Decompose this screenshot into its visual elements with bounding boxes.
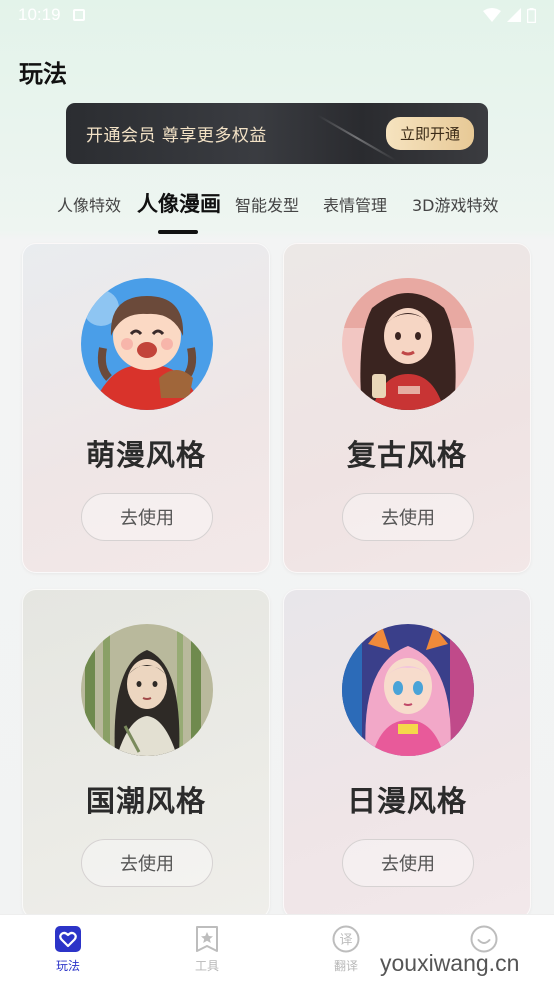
use-button[interactable]: 去使用 (81, 493, 213, 541)
retro-girl-avatar (342, 278, 474, 410)
star-bookmark-icon (196, 926, 218, 952)
use-button[interactable]: 去使用 (342, 839, 474, 887)
heart-icon (55, 926, 81, 952)
tab-active-indicator (158, 230, 198, 234)
tab-smart-hairstyle[interactable]: 智能发型 (235, 192, 299, 216)
svg-text:译: 译 (339, 933, 352, 948)
card-title: 日漫风格 (346, 784, 467, 818)
nav-item-play[interactable]: 玩法 (28, 925, 108, 974)
style-card-cute[interactable]: 萌漫风格 去使用 (22, 243, 270, 573)
use-button[interactable]: 去使用 (81, 839, 213, 887)
vip-banner-text: 开通会员 尊享更多权益 (86, 126, 267, 146)
status-bar: 10:19 (0, 0, 554, 30)
tab-portrait-effects[interactable]: 人像特效 (57, 192, 121, 216)
card-title: 萌漫风格 (85, 438, 206, 472)
smile-icon (470, 925, 498, 953)
nav-label: 工具 (194, 959, 219, 973)
nav-label: 玩法 (55, 959, 80, 973)
nav-item-tools[interactable]: 工具 (167, 925, 247, 974)
nav-label: 翻译 (333, 959, 358, 973)
category-tabs: 人像特效 人像漫画 智能发型 表情管理 3D游戏特效 (0, 188, 554, 238)
notification-icon (72, 9, 85, 21)
guochao-girl-avatar (81, 624, 213, 756)
tab-3d-game-effects[interactable]: 3D游戏特效 (412, 192, 499, 216)
use-button[interactable]: 去使用 (342, 493, 474, 541)
tab-expression[interactable]: 表情管理 (323, 192, 387, 216)
open-vip-button[interactable]: 立即开通 (385, 117, 474, 150)
style-card-guochao[interactable]: 国潮风格 去使用 (22, 589, 270, 919)
style-card-anime[interactable]: 日漫风格 去使用 (283, 589, 531, 919)
page-title: 玩法 (19, 60, 67, 88)
cute-girl-avatar (81, 278, 213, 410)
anime-girl-avatar (342, 624, 474, 756)
status-time: 10:19 (18, 5, 61, 24)
wifi-icon (483, 8, 501, 22)
translate-icon: 译 (332, 925, 360, 953)
signal-icon (507, 8, 521, 22)
nav-item-translate[interactable]: 译 翻译 (306, 925, 386, 974)
vip-banner[interactable]: 开通会员 尊享更多权益 立即开通 (66, 103, 488, 164)
battery-icon (527, 7, 536, 23)
card-title: 国潮风格 (85, 784, 206, 818)
style-card-retro[interactable]: 复古风格 去使用 (283, 243, 531, 573)
tab-portrait-comic[interactable]: 人像漫画 (137, 188, 221, 218)
card-title: 复古风格 (346, 438, 467, 472)
watermark-text: youxiwang.cn (380, 950, 520, 976)
